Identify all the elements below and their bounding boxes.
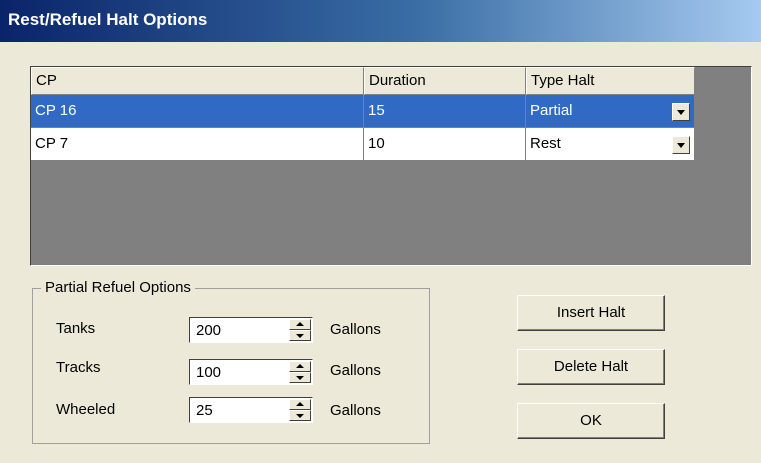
column-header-cp[interactable]: CP	[31, 67, 364, 95]
tanks-label: Tanks	[56, 320, 96, 337]
type-halt-value: Partial	[530, 102, 573, 119]
cell-duration[interactable]: 15	[364, 95, 526, 128]
tanks-input[interactable]	[192, 320, 290, 340]
wheeled-input[interactable]	[192, 400, 290, 420]
spin-down-icon[interactable]	[289, 330, 311, 341]
tanks-spinner[interactable]	[189, 317, 313, 343]
table-row[interactable]: CP 7 10 Rest	[31, 128, 695, 161]
table-row[interactable]: CP 16 15 Partial	[31, 95, 695, 128]
tracks-unit: Gallons	[330, 362, 381, 379]
wheeled-spinner[interactable]	[189, 397, 313, 423]
cell-duration[interactable]: 10	[364, 128, 526, 161]
window-title: Rest/Refuel Halt Options	[8, 10, 208, 29]
cell-cp[interactable]: CP 7	[31, 128, 364, 161]
wheeled-label: Wheeled	[56, 401, 116, 418]
spin-down-icon[interactable]	[289, 410, 311, 421]
type-halt-value: Rest	[530, 135, 561, 152]
title-bar[interactable]: Rest/Refuel Halt Options	[0, 0, 761, 42]
chevron-down-icon[interactable]	[672, 136, 690, 154]
cell-cp[interactable]: CP 16	[31, 95, 364, 128]
spin-down-icon[interactable]	[289, 372, 311, 383]
spin-up-icon[interactable]	[289, 399, 311, 410]
tracks-label: Tracks	[56, 359, 101, 376]
cell-type-halt[interactable]: Partial	[526, 95, 695, 128]
cell-type-halt[interactable]: Rest	[526, 128, 695, 161]
wheeled-unit: Gallons	[330, 402, 381, 419]
delete-halt-button[interactable]: Delete Halt	[517, 349, 665, 385]
tracks-spinner[interactable]	[189, 359, 313, 385]
chevron-down-icon[interactable]	[672, 103, 690, 121]
insert-halt-button[interactable]: Insert Halt	[517, 295, 665, 331]
ok-button[interactable]: OK	[517, 403, 665, 439]
halts-grid[interactable]: CP Duration Type Halt CP 16 15 Partial C…	[30, 66, 752, 266]
tracks-input[interactable]	[192, 362, 290, 382]
tanks-unit: Gallons	[330, 321, 381, 338]
spin-up-icon[interactable]	[289, 361, 311, 372]
group-legend: Partial Refuel Options	[41, 279, 195, 296]
column-header-type-halt[interactable]: Type Halt	[526, 67, 695, 95]
spin-up-icon[interactable]	[289, 319, 311, 330]
column-header-duration[interactable]: Duration	[364, 67, 526, 95]
